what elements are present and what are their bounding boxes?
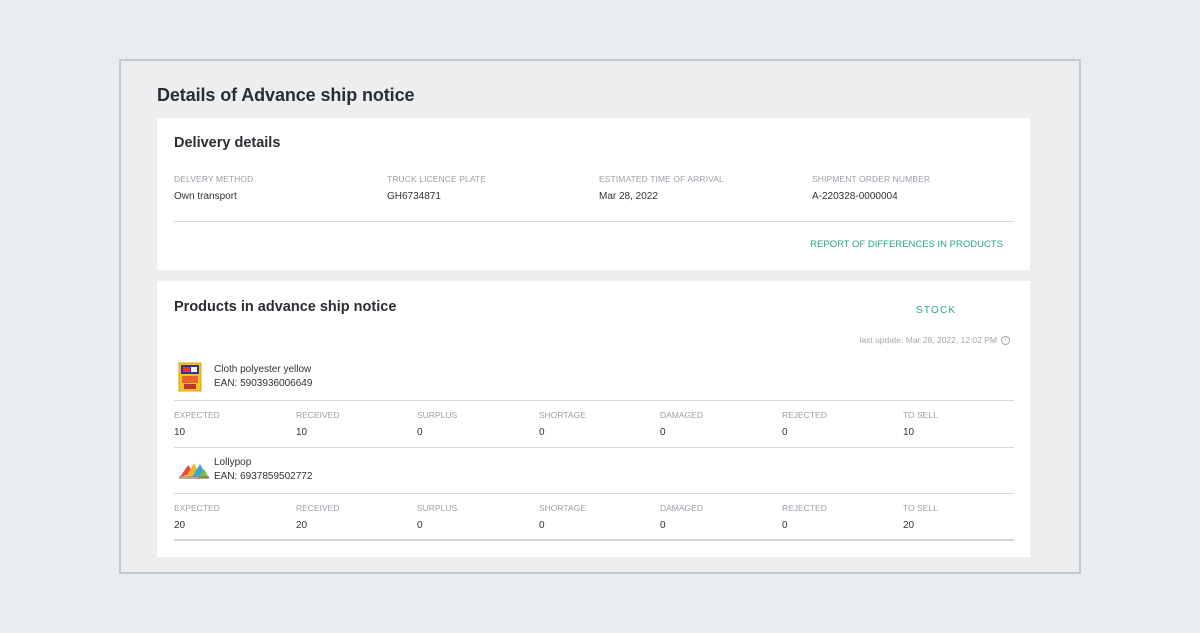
last-update-text: last update: Mar 28, 2022, 12:02 PM — [859, 335, 997, 345]
delivery-method-label: DELVERY METHOD — [174, 174, 254, 184]
stat-value-shortage: 0 — [539, 427, 545, 438]
stat-label-received: RECEIVED — [296, 410, 340, 420]
stat-value-expected: 20 — [174, 520, 186, 531]
stat-label-to-sell: TO SELL — [903, 410, 938, 420]
delivery-details-card: Delivery details DELVERY METHOD Own tran… — [157, 118, 1030, 270]
stat-value-rejected: 0 — [782, 427, 788, 438]
stat-label-shortage: SHORTAGE — [539, 410, 586, 420]
stat-label-expected: EXPECTED — [174, 503, 220, 513]
eta-label: ESTIMATED TIME OF ARRIVAL — [599, 174, 724, 184]
stat-label-received: RECEIVED — [296, 503, 340, 513]
stat-label-surplus: SURPLUS — [417, 410, 458, 420]
report-differences-link[interactable]: REPORT OF DIFFERENCES IN PRODUCTS — [810, 239, 1003, 250]
last-update: last update: Mar 28, 2022, 12:02 PM i — [859, 335, 1010, 345]
stat-value-to-sell: 20 — [903, 520, 915, 531]
stat-label-damaged: DAMAGED — [660, 503, 703, 513]
stat-value-to-sell: 10 — [903, 427, 915, 438]
product-ean: EAN: 5903936006649 — [214, 378, 313, 389]
stat-label-expected: EXPECTED — [174, 410, 220, 420]
page-title: Details of Advance ship notice — [157, 85, 415, 105]
products-title: Products in advance ship notice — [174, 299, 397, 315]
stat-label-rejected: REJECTED — [782, 410, 827, 420]
stock-button[interactable]: STOCK — [916, 305, 956, 316]
product-divider — [174, 447, 1014, 448]
stat-label-shortage: SHORTAGE — [539, 503, 586, 513]
eta-value: Mar 28, 2022 — [599, 191, 658, 202]
stat-value-received: 20 — [296, 520, 308, 531]
stat-label-rejected: REJECTED — [782, 503, 827, 513]
shipment-order-label: SHIPMENT ORDER NUMBER — [812, 174, 931, 184]
delivery-details-title: Delivery details — [174, 135, 281, 151]
shipment-order-value: A-220328-0000004 — [812, 191, 898, 202]
stat-value-rejected: 0 — [782, 520, 788, 531]
stat-value-received: 10 — [296, 427, 308, 438]
table-bottom-border — [174, 539, 1014, 541]
product-name: Lollypop — [214, 457, 252, 468]
products-card: Products in advance ship notice STOCK la… — [157, 281, 1030, 557]
delivery-method-value: Own transport — [174, 191, 237, 202]
lollypop-icon — [178, 459, 210, 486]
truck-plate-value: GH6734871 — [387, 191, 441, 202]
stat-value-damaged: 0 — [660, 520, 666, 531]
stat-label-damaged: DAMAGED — [660, 410, 703, 420]
stat-value-surplus: 0 — [417, 427, 423, 438]
stat-value-damaged: 0 — [660, 427, 666, 438]
info-icon[interactable]: i — [1001, 335, 1010, 345]
notice-frame: Details of Advance ship notice Delivery … — [119, 59, 1081, 574]
product-name: Cloth polyester yellow — [214, 364, 312, 375]
truck-plate-label: TRUCK LICENCE PLATE — [387, 174, 487, 184]
product-ean: EAN: 6937859502772 — [214, 471, 313, 482]
cloth-package-icon — [178, 362, 202, 397]
product-divider — [174, 400, 1014, 401]
stat-value-expected: 10 — [174, 427, 186, 438]
stat-value-shortage: 0 — [539, 520, 545, 531]
stat-label-surplus: SURPLUS — [417, 503, 458, 513]
stat-label-to-sell: TO SELL — [903, 503, 938, 513]
product-divider — [174, 493, 1014, 494]
delivery-divider — [174, 221, 1014, 222]
stat-value-surplus: 0 — [417, 520, 423, 531]
